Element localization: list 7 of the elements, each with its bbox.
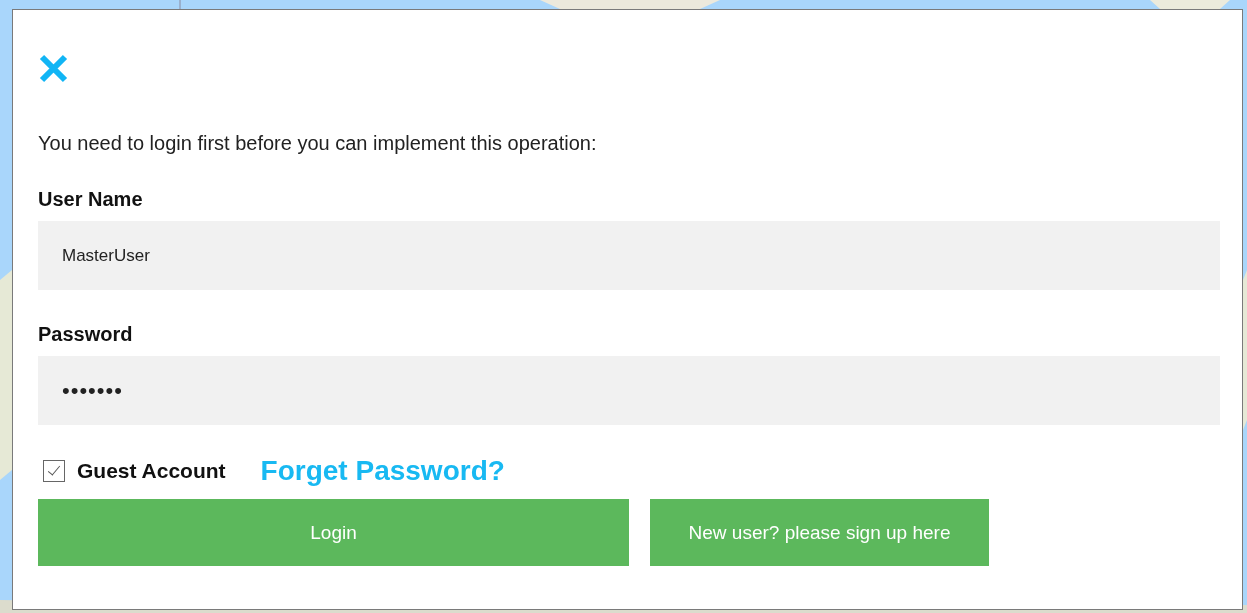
checkbox-label[interactable]: Guest Account bbox=[77, 459, 226, 483]
instruction-text: You need to login first before you can implement this operation: bbox=[38, 131, 598, 155]
field-label: User Name bbox=[38, 187, 144, 211]
field-label: Password bbox=[38, 322, 134, 346]
guest-account-checkbox[interactable] bbox=[43, 460, 65, 482]
password-field[interactable]: ••••••• bbox=[38, 356, 1220, 425]
username-field[interactable]: MasterUser bbox=[38, 221, 1220, 290]
